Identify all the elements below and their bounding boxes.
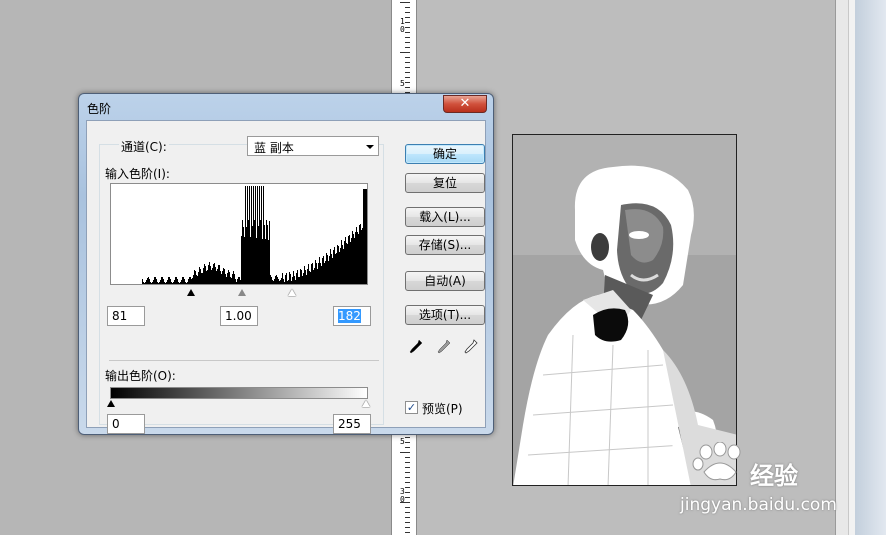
paw-logo-icon [692,441,741,481]
output-gradient-bar [110,387,368,399]
ruler-tick [405,27,410,28]
ok-button[interactable]: 确定 [405,144,485,164]
output-white-field[interactable]: 255 [333,414,371,434]
ruler-tick [405,492,410,493]
watermark-logo [690,441,750,485]
ruler-tick [405,67,410,68]
ruler-tick [405,42,410,43]
output-white-slider[interactable] [362,400,370,407]
ruler-tick [400,52,410,53]
ruler-tick [405,467,410,468]
ruler-tick [405,517,410,518]
channel-label: 通道(C): [119,138,169,155]
histogram [110,183,368,285]
input-white-field[interactable]: 182 [333,306,371,326]
dialog-title: 色阶 [87,102,112,116]
ruler-tick [405,457,410,458]
output-black-field[interactable]: 0 [107,414,145,434]
ruler-tick [405,532,410,533]
ruler-tick [405,442,410,443]
watermark-url: jingyan.baidu.com [680,495,837,515]
ruler-tick [405,472,410,473]
auto-button[interactable]: 自动(A) [405,271,485,291]
load-button[interactable]: 载入(L)... [405,207,485,227]
ruler-tick [405,57,410,58]
ruler-tick [400,452,410,453]
input-white-slider[interactable] [288,289,296,296]
input-gamma-slider[interactable] [238,289,246,296]
channel-value: 蓝 副本 [254,141,294,155]
inverted-portrait-image [513,135,736,485]
close-button[interactable]: ✕ [443,95,487,113]
ruler-tick [405,37,410,38]
levels-dialog: 色阶 ✕ 通道(C): 蓝 副本 输入色阶(I): 81 1.00 182 输出… [78,93,494,435]
ruler-tick [405,497,410,498]
preview-checkbox[interactable]: ✓ [405,401,418,414]
ruler-tick [405,62,410,63]
ruler-tick [405,522,410,523]
output-levels-label: 输出色阶(O): [105,369,176,383]
chevron-down-icon [366,145,374,149]
ruler-tick [405,482,410,483]
ruler-tick [405,32,410,33]
ruler-tick [405,462,410,463]
ruler-tick [405,12,410,13]
ruler-tick [405,507,410,508]
ruler-tick [405,77,410,78]
save-button[interactable]: 存储(S)... [405,235,485,255]
input-black-field[interactable]: 81 [107,306,145,326]
ruler-tick [405,17,410,18]
dialog-body: 通道(C): 蓝 副本 输入色阶(I): 81 1.00 182 输出色阶(O)… [86,120,486,434]
close-icon: ✕ [459,96,471,111]
gray-eyedropper-icon[interactable] [437,339,451,355]
ruler-tick [405,72,410,73]
histogram-bar [366,189,367,284]
reset-button[interactable]: 复位 [405,173,485,193]
input-black-slider[interactable] [187,289,195,296]
ruler-tick [405,512,410,513]
window-frame-edge [855,0,886,535]
input-gamma-field[interactable]: 1.00 [220,306,258,326]
black-eyedropper-icon[interactable] [409,339,423,355]
preview-label: 预览(P) [422,402,463,416]
ruler-tick [405,7,410,8]
ruler-tick [405,437,410,438]
ruler-tick [405,487,410,488]
output-black-slider[interactable] [107,400,115,407]
ruler-tick [405,22,410,23]
ruler-tick [405,87,410,88]
document-image[interactable] [512,134,737,486]
ruler-tick [405,447,410,448]
watermark-brand: 经验 [750,462,798,490]
dialog-titlebar[interactable]: 色阶 ✕ [79,94,493,120]
ruler-tick [405,47,410,48]
channel-select[interactable]: 蓝 副本 [247,136,379,156]
white-eyedropper-icon[interactable] [464,339,478,355]
ruler-tick [405,527,410,528]
ruler-tick [405,82,410,83]
input-levels-label: 输入色阶(I): [105,167,170,181]
divider [109,360,379,361]
ruler-tick [400,502,410,503]
input-white-value: 182 [338,309,361,323]
options-button[interactable]: 选项(T)... [405,305,485,325]
ruler-tick [405,477,410,478]
ruler-tick [400,2,410,3]
